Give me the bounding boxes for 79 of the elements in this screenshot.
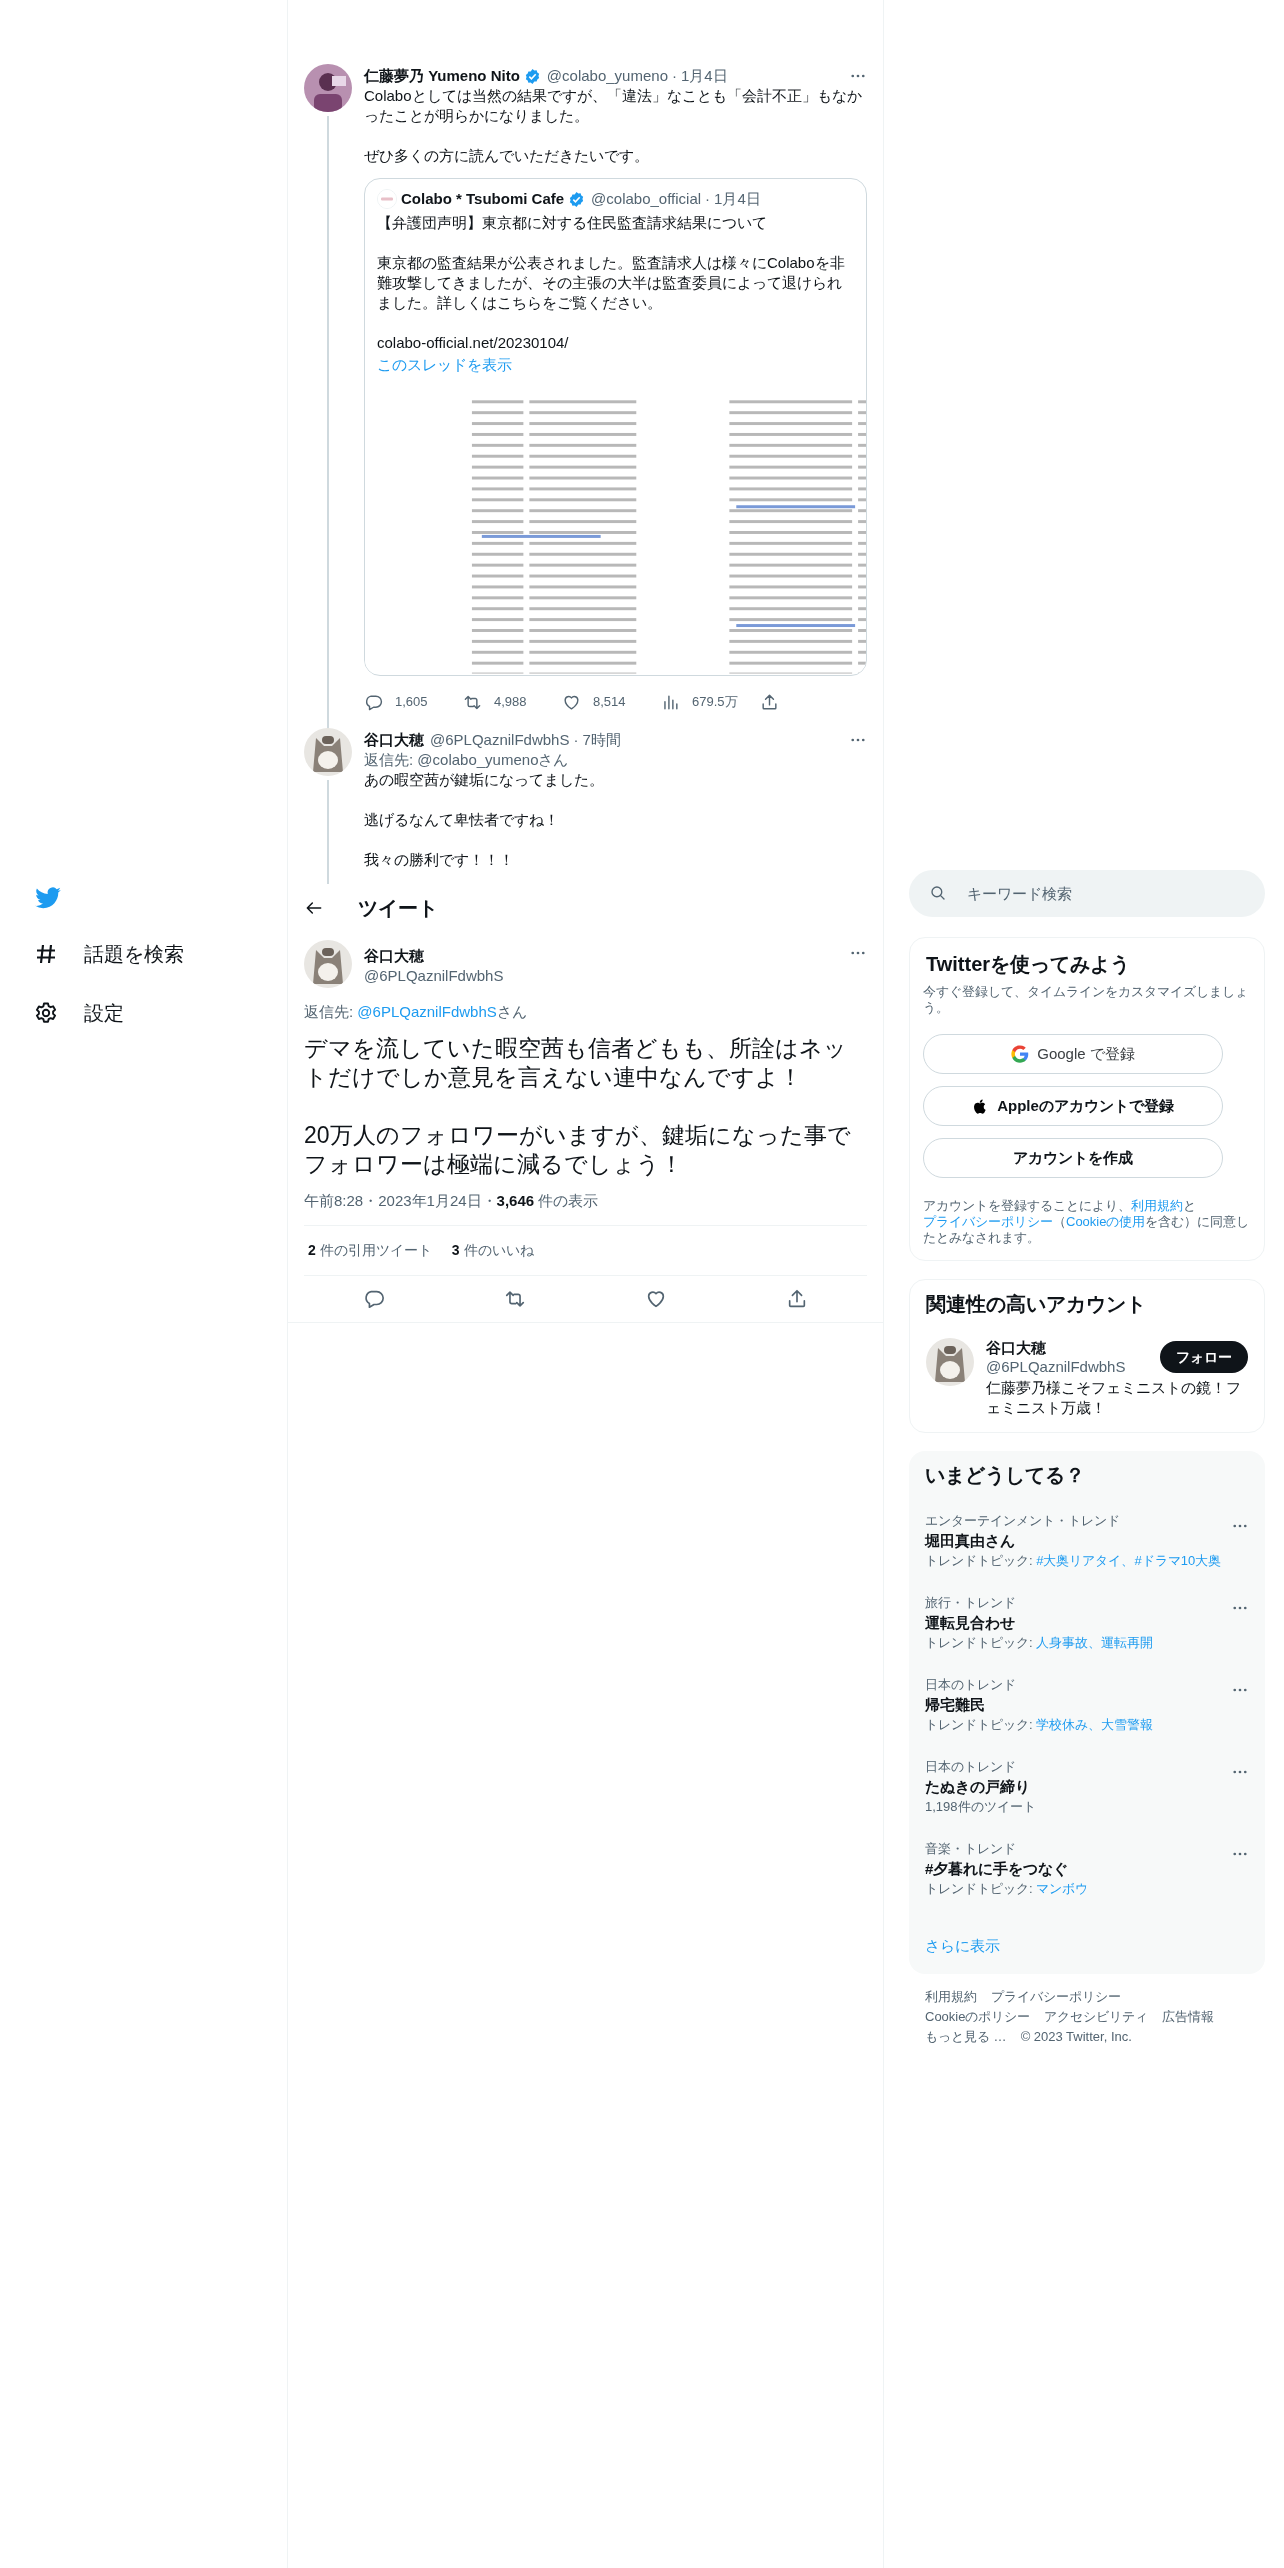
quote-text: 東京都の監査結果が公表されました。監査請求人は様々にColaboを非難攻撃してきましたが、その主張の大半は監査委員によって退けられました。詳しくはこちらをご覧ください。 (377, 253, 846, 313)
action-count: 8,514 (593, 693, 626, 712)
gear-icon (34, 1001, 58, 1025)
footer-link[interactable]: 利用規約 (925, 1987, 977, 2006)
tweet-text: あの暇空茜が鍵垢になってました。 (364, 770, 605, 790)
trend-name: たぬきの戸締り (925, 1777, 1031, 1797)
trend-context: エンターテインメント・トレンド (925, 1513, 1121, 1529)
verified-badge-icon (568, 190, 586, 208)
user-name: 谷口大穂 (986, 1338, 1047, 1357)
action-count: 1,605 (395, 693, 428, 712)
reply-to-text: 返信先: @colabo_yumenoさん (364, 750, 570, 770)
search-field[interactable]: キーワード検索 (909, 870, 1265, 917)
user-name: 仁藤夢乃 Yumeno Nito (364, 66, 520, 86)
trend-name: 堀田真由さん (925, 1531, 1016, 1551)
stat-link[interactable]: 2 件の引用ツイート (308, 1240, 432, 1261)
google-logo (1011, 1045, 1030, 1063)
user-name: 谷口大穂 (364, 730, 424, 750)
follow-button[interactable]: フォロー (1160, 1341, 1248, 1373)
verified-badge-icon (523, 67, 541, 85)
nav-link[interactable]: 設定 (34, 993, 287, 1033)
stat-link[interactable]: 3 件のいいね (451, 1240, 534, 1261)
tweet-count: 1,198件のツイート (925, 1798, 1036, 1816)
trend-topics: トレンドトピック: 学校休み、大雪警報 (925, 1716, 1154, 1734)
user-handle: @colabo_yumeno (546, 66, 668, 86)
trend-topics: トレンドトピック: #大奥リアタイ、#ドラマ10大奥 (925, 1552, 1222, 1570)
nav-link[interactable]: 話題を検索 (34, 934, 287, 974)
action-count: 4,988 (494, 693, 527, 712)
user-handle: @6PLQaznilFdwbhS (986, 1357, 1126, 1376)
user-bio: 仁藤夢乃様こそフェミニストの鏡！フェミニスト万歳！ (986, 1378, 1242, 1418)
footer-link[interactable]: もっと見る … (925, 2027, 1007, 2046)
tweet-text: 20万人のフォロワーがいますが、鍵垢になった事でフォロワーは極端に減るでしょう！ (304, 1121, 852, 1179)
card-subtitle: 今すぐ登録して、タイムラインをカスタマイズしましょう。 (923, 984, 1249, 1016)
share-icon[interactable] (760, 692, 779, 712)
user-handle: @colabo_official (591, 189, 702, 209)
card-title: 関連性の高いアカウント (926, 1292, 1147, 1317)
speech-bubble-icon[interactable] (363, 1288, 386, 1310)
tweet-text: Colaboとしては当然の結果ですが、「違法」なことも「会計不正」もなかったことが明らかになりました。 (364, 86, 863, 126)
trend-context: 日本のトレンド (925, 1677, 1017, 1693)
action-count: 679.5万 (692, 693, 738, 712)
retweet-icon[interactable] (504, 1288, 527, 1310)
tweet-text: ぜひ多くの方に読んでいただきたいです。 (364, 146, 650, 166)
search-icon (929, 884, 947, 902)
trend-name: 運転見合わせ (925, 1613, 1016, 1633)
quote-text: colabo-official.net/20230104/ (377, 333, 570, 353)
trend-topics: トレンドトピック: マンボウ (925, 1880, 1089, 1898)
tweet-text: 逃げるなんて卑怯者ですね！ (364, 810, 560, 830)
user-handle: @6PLQaznilFdwbhS (430, 730, 570, 750)
page-title: ツイート (358, 896, 438, 921)
quote-text: 【弁護団声明】東京都に対する住民監査請求結果について (377, 213, 768, 233)
card-title: いまどうしてる？ (925, 1463, 1086, 1488)
speech-bubble-icon[interactable] (364, 692, 383, 712)
tweet-text: デマを流していた暇空茜も信者どもも、所詮はネットだけでしか意見を言えない連中なんですよ！ (304, 1034, 848, 1092)
separator-dot: · (573, 730, 579, 750)
hash-icon (34, 942, 58, 966)
trend-context: 音楽・トレンド (925, 1841, 1017, 1857)
trend-topics: トレンドトピック: 人身事故、運転再開 (925, 1634, 1154, 1652)
trend-name: 帰宅難民 (925, 1695, 986, 1715)
tweet-timestamp: 午前8:28・2023年1月24日・3,646 件の表示 (304, 1191, 867, 1226)
card-title: Twitterを使ってみよう (925, 952, 1132, 977)
trend-context: 日本のトレンド (925, 1759, 1017, 1775)
footer-link[interactable]: アクセシビリティ (1044, 2007, 1149, 2026)
trend-context: 旅行・トレンド (925, 1595, 1017, 1611)
footer-link[interactable]: Cookieのポリシー (925, 2007, 1031, 2026)
separator-dot: · (672, 66, 677, 86)
footer-link[interactable]: プライバシーポリシー (991, 1987, 1121, 2006)
tweet-text: 我々の勝利です！！！ (364, 850, 515, 870)
trend-name: #夕暮れに手をつなぐ (925, 1859, 1070, 1879)
legal-text: アカウントを登録することにより、利用規約 と プライバシーポリシー（Cookieの使用を含む）に同意したとみなされます。 (923, 1198, 1251, 1246)
tweet-time: 1月4日 (714, 189, 761, 209)
separator-dot: · (705, 189, 711, 209)
user-handle: @6PLQaznilFdwbhS (364, 966, 505, 986)
quote-tweet-card[interactable]: Colabo * Tsubomi Cafe @colabo_official · 1月4日 【弁護団声明】東京都に対する住民監査請求結果について 東京都の監査結果が公表されました。監査請求人は様々にColaboを非難攻撃してきましたが、その主張の大半は監査委員によって退けられました。詳しくはこちらをご覧ください。 colabo-official.net/20230104/ このスレッドを表示 (364, 178, 867, 676)
footer-link[interactable]: 広告情報 (1162, 2007, 1215, 2026)
user-name: 谷口大穂 (364, 946, 425, 966)
tweet-time: 7時間 (582, 730, 621, 750)
tweet-time: 1月4日 (681, 66, 728, 86)
footer-link[interactable]: © 2023 Twitter, Inc. (1020, 2027, 1132, 2046)
user-name: Colabo * Tsubomi Cafe (401, 189, 565, 209)
reply-to-text: 返信先: @6PLQaznilFdwbhSさん (304, 1002, 528, 1022)
